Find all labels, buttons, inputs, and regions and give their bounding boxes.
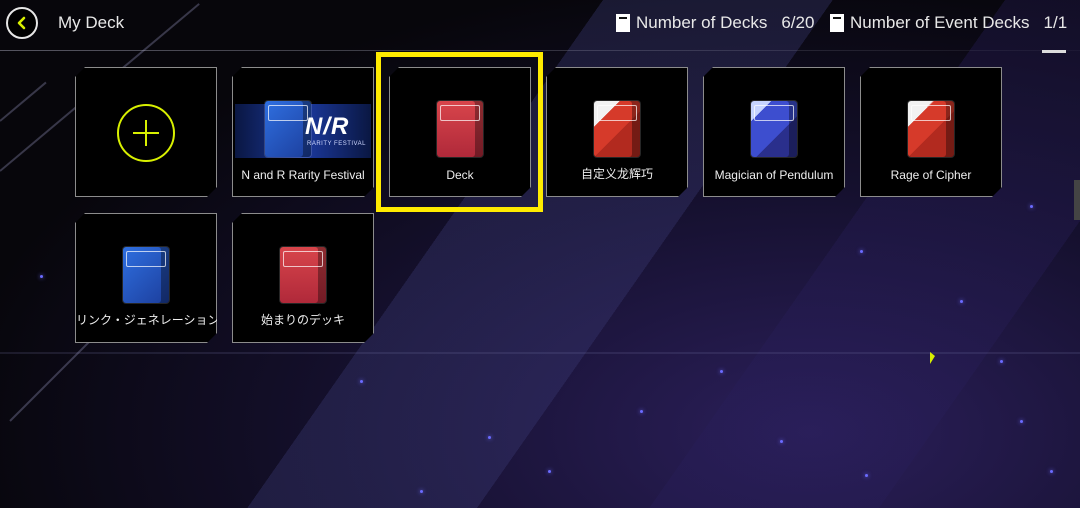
star-particle <box>960 300 963 303</box>
deck-banner-subtitle: RARITY FESTIVAL <box>307 141 366 147</box>
scrollbar[interactable] <box>1074 180 1080 220</box>
deck-name: N and R Rarity Festival <box>241 168 365 182</box>
deck-box-image <box>751 101 797 157</box>
deck-count: Number of Decks 6/20 <box>616 13 814 33</box>
deck-count-value: 6/20 <box>781 13 815 32</box>
deck-name: Magician of Pendulum <box>714 168 834 182</box>
star-particle <box>865 474 868 477</box>
star-particle <box>1050 470 1053 473</box>
deck-tile[interactable]: 始まりのデッキ <box>232 213 374 343</box>
deck-tile[interactable]: N/R RARITY FESTIVAL N and R Rarity Festi… <box>232 67 374 197</box>
event-deck-count-label: Number of Event Decks <box>850 13 1030 32</box>
deck-box-image <box>594 101 640 157</box>
star-particle <box>1020 420 1023 423</box>
star-particle <box>1000 360 1003 363</box>
star-particle <box>360 380 363 383</box>
header-divider <box>0 50 1080 51</box>
event-deck-count-value: 1/1 <box>1043 13 1068 32</box>
background-stripe <box>0 352 1080 354</box>
deck-tile[interactable]: Rage of Cipher <box>860 67 1002 197</box>
deck-box-image <box>123 247 169 303</box>
deck-box-image <box>908 101 954 157</box>
star-particle <box>488 436 491 439</box>
plus-circle-icon <box>117 104 175 162</box>
star-particle <box>780 440 783 443</box>
deck-name: 自定义龙辉巧 <box>580 167 653 181</box>
star-particle <box>420 490 423 493</box>
new-deck-button[interactable] <box>75 67 217 197</box>
deck-name: 始まりのデッキ <box>260 313 345 327</box>
cursor-icon <box>930 352 935 364</box>
page-title: My Deck <box>58 13 125 32</box>
deck-tile[interactable]: Magician of Pendulum <box>703 67 845 197</box>
star-particle <box>1030 205 1033 208</box>
deck-name: リンク・ジェネレーション <box>76 313 220 327</box>
deck-tile[interactable]: 自定义龙辉巧 <box>546 67 688 197</box>
event-deck-count-icon <box>830 14 844 32</box>
star-particle <box>860 250 863 253</box>
deck-tile[interactable]: リンク・ジェネレーション <box>75 213 217 343</box>
header-divider-tick <box>1042 50 1066 53</box>
star-particle <box>640 410 643 413</box>
back-button[interactable] <box>6 7 38 39</box>
deck-count-label: Number of Decks <box>636 13 768 32</box>
star-particle <box>548 470 551 473</box>
event-deck-count: Number of Event Decks 1/1 <box>830 13 1067 33</box>
chevron-left-icon <box>17 16 26 30</box>
deck-name: Rage of Cipher <box>890 168 972 182</box>
deck-count-icon <box>616 14 630 32</box>
deck-box-image <box>280 247 326 303</box>
deck-banner-title: N/R <box>305 113 350 140</box>
star-particle <box>40 275 43 278</box>
star-particle <box>720 370 723 373</box>
selection-highlight <box>376 52 543 212</box>
